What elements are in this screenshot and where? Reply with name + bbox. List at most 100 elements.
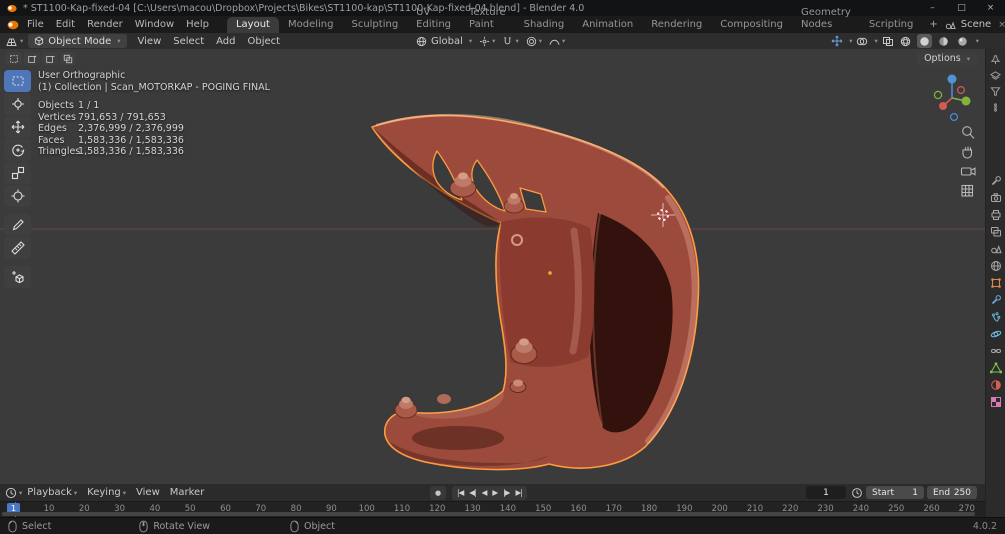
menu-item[interactable]: Render	[81, 19, 129, 30]
playback-menu[interactable]: Playback ▾	[22, 487, 82, 498]
transport-button[interactable]: ▶	[489, 488, 500, 497]
workspace-tab[interactable]: Layout	[226, 17, 279, 33]
tool-move[interactable]	[4, 116, 31, 138]
workspace-tab[interactable]: UV Editing	[407, 5, 460, 33]
viewport-menu-item[interactable]: View	[132, 36, 168, 47]
menu-item[interactable]: Help	[180, 19, 215, 30]
shading-dropdown-icon[interactable]: ▾	[976, 37, 979, 45]
tool-cursor[interactable]	[4, 93, 31, 115]
tab-constraints-icon[interactable]	[990, 345, 1002, 357]
model-3d[interactable]	[371, 113, 700, 471]
falloff-dropdown[interactable]: ▾	[549, 37, 565, 46]
frame-end-field[interactable]: End 250	[927, 486, 977, 499]
tool-measure[interactable]	[4, 237, 31, 259]
workspace-tab[interactable]: Scripting	[860, 17, 922, 33]
filter-icon[interactable]	[990, 86, 1001, 97]
tab-render-icon[interactable]	[990, 192, 1002, 204]
timeline-ruler[interactable]: 1 10 20 30 40 50 60 70 80 90 100 110 120 130 140 150 16…	[0, 501, 985, 517]
tab-world-icon[interactable]	[990, 260, 1002, 272]
snap-toggle[interactable]: ▾	[502, 36, 519, 47]
maximize-button[interactable]: □	[947, 0, 976, 16]
tool-select-box[interactable]	[4, 70, 31, 92]
shading-solid-button[interactable]	[916, 34, 932, 48]
transport-button[interactable]: ◀	[479, 488, 490, 497]
transport-button[interactable]: ▶|	[512, 488, 524, 497]
options-button[interactable]: Options ▾	[917, 52, 977, 65]
keying-menu[interactable]: Keying ▾	[82, 487, 131, 498]
tool-rotate[interactable]	[4, 139, 31, 161]
scene-selector[interactable]: Scene	[961, 19, 992, 30]
tab-viewlayer-icon[interactable]	[990, 226, 1002, 238]
workspace-tab[interactable]: Shading	[515, 17, 574, 33]
menu-item[interactable]: Edit	[50, 19, 81, 30]
zoom-icon[interactable]	[962, 126, 975, 139]
auto-keying-toggle[interactable]: ●	[430, 485, 446, 500]
navigation-gizmo[interactable]	[933, 74, 971, 122]
tab-object-data-icon[interactable]	[989, 362, 1002, 374]
workspace-tab[interactable]: Animation	[573, 17, 642, 33]
tab-particles-icon[interactable]	[990, 311, 1002, 323]
gizmos-dropdown-icon[interactable]: ▾	[849, 37, 852, 45]
viewport-3d[interactable]: Options ▾ User Orthographic (1) Collecti…	[0, 49, 985, 484]
tab-output-icon[interactable]	[990, 209, 1002, 221]
shading-rendered-button[interactable]	[955, 34, 970, 48]
tab-physics-icon[interactable]	[990, 328, 1002, 340]
preview-range-toggle[interactable]	[851, 487, 863, 499]
mode-dropdown[interactable]: Object Mode ▾	[28, 34, 127, 48]
workspace-tab[interactable]: Modeling	[279, 17, 343, 33]
transport-button[interactable]: |▶	[500, 488, 512, 497]
shading-material-button[interactable]	[936, 34, 951, 48]
tab-tool-icon[interactable]	[990, 175, 1002, 187]
menu-item[interactable]: Window	[129, 19, 180, 30]
transport-button[interactable]: |◀	[454, 488, 466, 497]
frame-start-field[interactable]: Start 1	[866, 486, 924, 499]
timeline-editor-type-button[interactable]: ▾	[5, 487, 22, 499]
camera-view-icon[interactable]	[960, 167, 976, 176]
timeline-marker-menu[interactable]: Marker	[165, 487, 210, 498]
timeline-view-menu[interactable]: View	[131, 487, 165, 498]
viewport-menu-item[interactable]: Select	[167, 36, 210, 47]
show-overlays-toggle[interactable]	[856, 36, 868, 47]
current-frame-field[interactable]: 1	[806, 486, 846, 499]
workspace-tab[interactable]: Rendering	[642, 17, 711, 33]
layers-icon[interactable]	[990, 70, 1001, 81]
tab-object-icon[interactable]	[990, 277, 1002, 289]
scene-unlink-icon[interactable]: ×	[996, 20, 1005, 30]
tool-scale[interactable]	[4, 162, 31, 184]
select-mode-intersect-icon[interactable]	[60, 52, 76, 65]
xray-toggle[interactable]	[882, 36, 894, 47]
workspace-tab[interactable]: Compositing	[711, 17, 792, 33]
close-button[interactable]: ×	[976, 0, 1005, 16]
tab-scene-icon[interactable]	[990, 243, 1002, 255]
select-mode-extend-icon[interactable]	[24, 52, 40, 65]
viewport-menu-item[interactable]: Add	[210, 36, 241, 47]
pivot-point-dropdown[interactable]: ▾	[479, 36, 495, 47]
options-icon[interactable]	[990, 102, 1001, 113]
workspace-tab[interactable]: Texture Paint	[460, 5, 515, 33]
transport-button[interactable]: ◀|	[466, 488, 478, 497]
editor-type-button[interactable]: ▾	[5, 36, 23, 47]
pin-icon[interactable]	[990, 54, 1001, 65]
ortho-grid-icon[interactable]	[961, 184, 974, 197]
tab-material-icon[interactable]	[990, 379, 1002, 391]
select-mode-subtract-icon[interactable]	[42, 52, 58, 65]
tool-transform[interactable]	[4, 185, 31, 207]
blender-menu-icon[interactable]	[6, 20, 19, 30]
pan-hand-icon[interactable]	[962, 146, 973, 159]
tool-annotate[interactable]	[4, 214, 31, 236]
proportional-editing-toggle[interactable]: ▾	[526, 36, 542, 47]
tool-add-cube[interactable]	[4, 266, 31, 288]
minimize-button[interactable]: –	[918, 0, 947, 16]
menu-item[interactable]: File	[21, 19, 50, 30]
tab-texture-icon[interactable]	[990, 396, 1002, 408]
select-mode-set-icon[interactable]	[6, 52, 22, 65]
orientation-dropdown[interactable]: Global ▾	[416, 36, 472, 47]
viewport-menu-item[interactable]: Object	[242, 36, 287, 47]
shading-wireframe-button[interactable]	[898, 34, 913, 48]
add-workspace-button[interactable]: +	[922, 17, 944, 33]
workspace-tab[interactable]: Geometry Nodes	[792, 5, 860, 33]
show-gizmos-toggle[interactable]	[831, 35, 843, 47]
workspace-tab[interactable]: Sculpting	[342, 17, 407, 33]
overlays-dropdown-icon[interactable]: ▾	[874, 37, 877, 45]
tab-modifiers-icon[interactable]	[990, 294, 1002, 306]
